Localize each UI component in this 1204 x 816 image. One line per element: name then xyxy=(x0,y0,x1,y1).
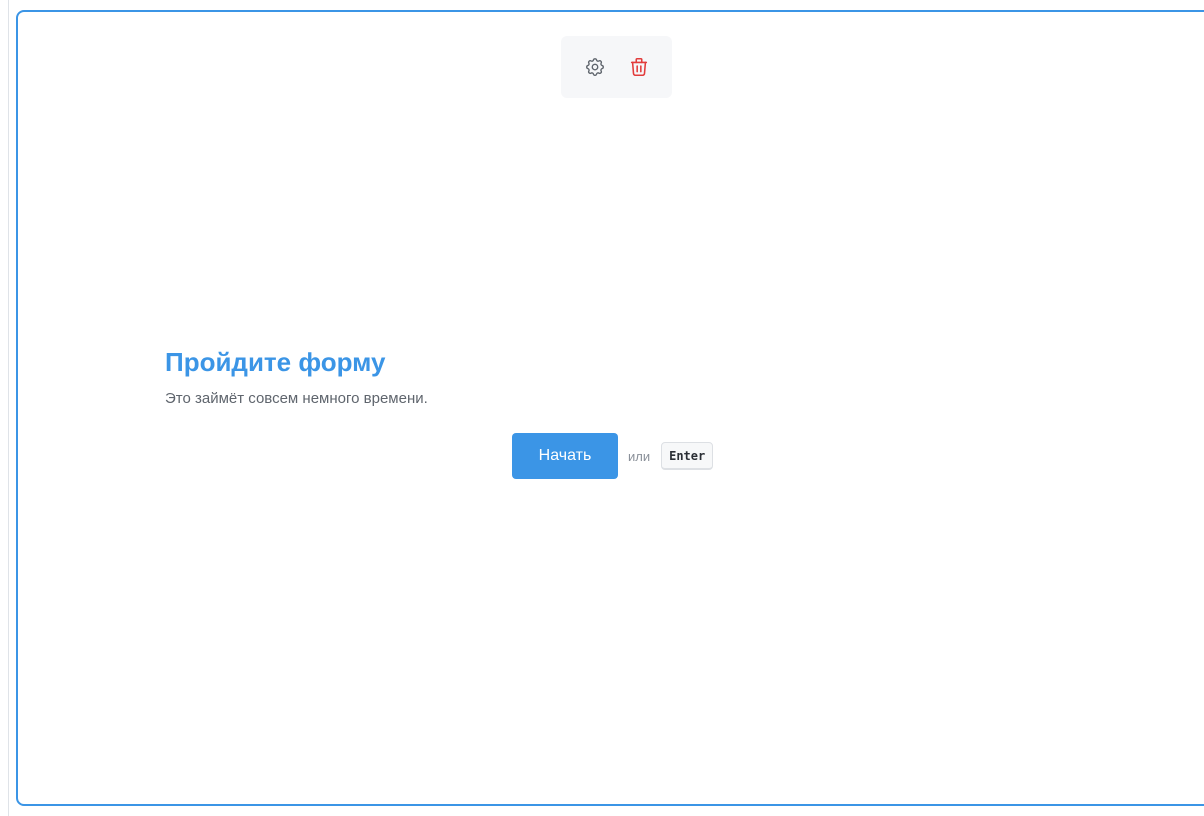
or-label: или xyxy=(628,448,651,464)
trash-icon xyxy=(630,57,647,77)
delete-button[interactable] xyxy=(626,54,652,80)
form-welcome-card: Пройдите форму Это займёт совсем немного… xyxy=(16,10,1204,806)
form-intro: Пройдите форму Это займёт совсем немного… xyxy=(165,346,1065,408)
block-toolbar xyxy=(561,36,672,98)
start-actions: Начать или Enter xyxy=(512,433,714,479)
page-edge-divider xyxy=(8,0,9,816)
form-title: Пройдите форму xyxy=(165,347,386,377)
gear-icon xyxy=(585,58,604,76)
start-button[interactable]: Начать xyxy=(512,433,618,479)
enter-key-hint: Enter xyxy=(661,442,714,470)
form-subtitle: Это займёт совсем немного времени. xyxy=(165,390,428,407)
settings-button[interactable] xyxy=(582,54,608,80)
